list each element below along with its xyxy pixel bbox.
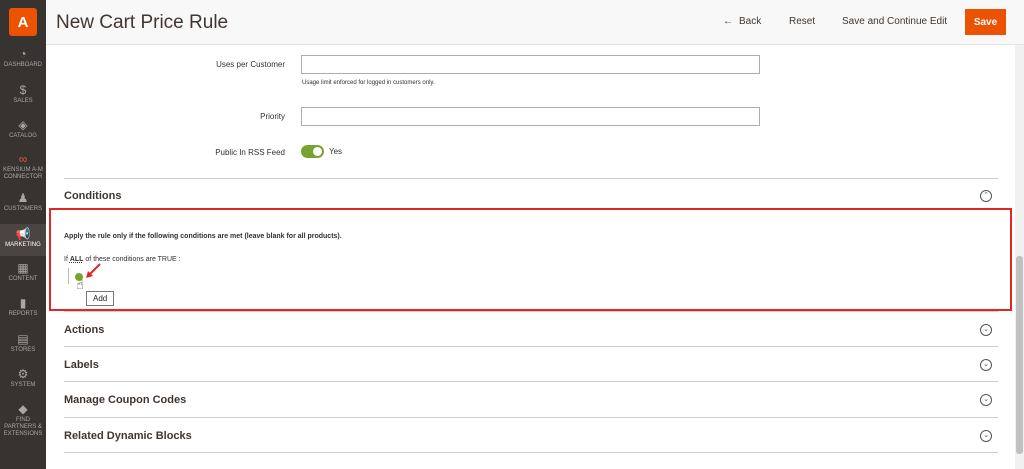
store-icon: ▤ (17, 332, 29, 346)
sidebar-item-find-partners[interactable]: ◆ FIND PARTNERS & EXTENSIONS (0, 403, 46, 437)
toggle-knob (313, 147, 322, 156)
labels-section-header[interactable]: Labels ⌄ (64, 346, 998, 382)
chevron-down-icon: ⌄ (980, 324, 992, 336)
sidebar-item-customers[interactable]: ♟ CUSTOMERS (0, 192, 46, 218)
add-tooltip: Add (86, 291, 115, 306)
conditions-section-header[interactable]: Conditions ⌃ (64, 178, 998, 208)
page-header: New Cart Price Rule ← Back Reset Save and… (46, 0, 1024, 45)
chevron-down-icon: ⌄ (980, 394, 992, 406)
sidebar-item-marketing[interactable]: 📢 MARKETING (0, 224, 46, 256)
arrow-left-icon: ← (723, 16, 733, 27)
sidebar-item-label: SYSTEM (10, 382, 36, 388)
actions-section-header[interactable]: Actions ⌄ (64, 311, 998, 347)
actions-title: Actions (64, 324, 105, 336)
labels-title: Labels (64, 359, 99, 371)
conditions-highlight-box (49, 208, 1012, 311)
uses-per-customer-input[interactable] (301, 55, 760, 74)
manage-coupon-codes-section-header[interactable]: Manage Coupon Codes ⌄ (64, 381, 998, 417)
sidebar-item-label: CONTENT (8, 276, 38, 282)
aggregator-all-toggle[interactable]: ALL (70, 256, 84, 263)
reset-button[interactable]: Reset (789, 16, 815, 27)
sidebar-item-label: DASHBOARD (3, 62, 42, 68)
chevron-down-icon: ⌄ (980, 359, 992, 371)
related-dynamic-blocks-title: Related Dynamic Blocks (64, 430, 192, 442)
sidebar-item-label: FIND PARTNERS & EXTENSIONS (3, 417, 43, 437)
sidebar-item-label: STORES (10, 347, 36, 353)
sidebar-item-stores[interactable]: ▤ STORES (0, 333, 46, 359)
person-icon: ♟ (17, 191, 29, 205)
save-button[interactable]: Save (965, 9, 1006, 35)
sidebar-item-kensium-connector[interactable]: ∞ KENSIUM A-M CONNECTOR (0, 153, 46, 187)
uses-per-customer-label: Uses per Customer (216, 60, 285, 69)
page-title: New Cart Price Rule (56, 12, 229, 33)
box-icon: ◆ (18, 402, 28, 416)
priority-label: Priority (260, 112, 285, 121)
megaphone-icon: 📢 (15, 227, 31, 241)
sidebar-item-content[interactable]: ▦ CONTENT (0, 262, 46, 288)
gear-icon: ⚙ (17, 367, 29, 381)
conditions-instruction: Apply the rule only if the following con… (64, 233, 342, 240)
chevron-up-icon: ⌃ (980, 190, 992, 202)
rss-feed-label: Public In RSS Feed (215, 148, 285, 157)
save-and-continue-button[interactable]: Save and Continue Edit (842, 16, 947, 27)
back-button[interactable]: ← Back (723, 16, 761, 27)
content-icon: ▦ (17, 261, 29, 275)
condition-tree-line (68, 268, 69, 284)
sidebar-item-label: CUSTOMERS (3, 206, 43, 212)
conditions-title: Conditions (64, 190, 122, 202)
dashboard-icon: ◔ (19, 47, 27, 61)
chevron-down-icon: ⌄ (980, 430, 992, 442)
sidebar-item-sales[interactable]: $ SALES (0, 84, 46, 110)
adobe-logo[interactable]: A (9, 8, 37, 36)
connector-icon: ∞ (18, 152, 28, 166)
sidebar-item-dashboard[interactable]: ◔ DASHBOARD (0, 48, 46, 74)
rss-feed-toggle[interactable] (301, 145, 324, 158)
hand-cursor-icon: ☝ (76, 277, 84, 292)
uses-note: Usage limit enforced for logged in custo… (302, 80, 435, 86)
priority-input[interactable] (301, 107, 760, 126)
page-scrollbar-thumb[interactable] (1016, 256, 1023, 454)
sidebar-item-label: MARKETING (5, 242, 41, 248)
sidebar-item-label: SALES (13, 98, 33, 104)
related-dynamic-blocks-section-header[interactable]: Related Dynamic Blocks ⌄ (64, 417, 998, 453)
sidebar-item-system[interactable]: ⚙ SYSTEM (0, 368, 46, 394)
section-divider (64, 452, 998, 453)
bar-chart-icon: ▮ (19, 296, 27, 310)
admin-sidebar: A ◔ DASHBOARD $ SALES ◈ CATALOG ∞ KENSIU… (0, 0, 46, 469)
sidebar-item-label: KENSIUM A-M CONNECTOR (3, 167, 43, 180)
sidebar-item-label: CATALOG (9, 133, 37, 139)
sidebar-item-catalog[interactable]: ◈ CATALOG (0, 119, 46, 145)
cube-icon: ◈ (18, 118, 28, 132)
sidebar-item-label: REPORTS (8, 311, 38, 317)
dollar-icon: $ (19, 83, 27, 97)
manage-coupon-codes-title: Manage Coupon Codes (64, 394, 187, 406)
red-arrow-annotation-icon (86, 263, 101, 278)
sidebar-item-reports[interactable]: ▮ REPORTS (0, 297, 46, 323)
rss-feed-value: Yes (329, 147, 343, 156)
conditions-aggregator-line: If ALL of these conditions are TRUE : (64, 256, 181, 263)
